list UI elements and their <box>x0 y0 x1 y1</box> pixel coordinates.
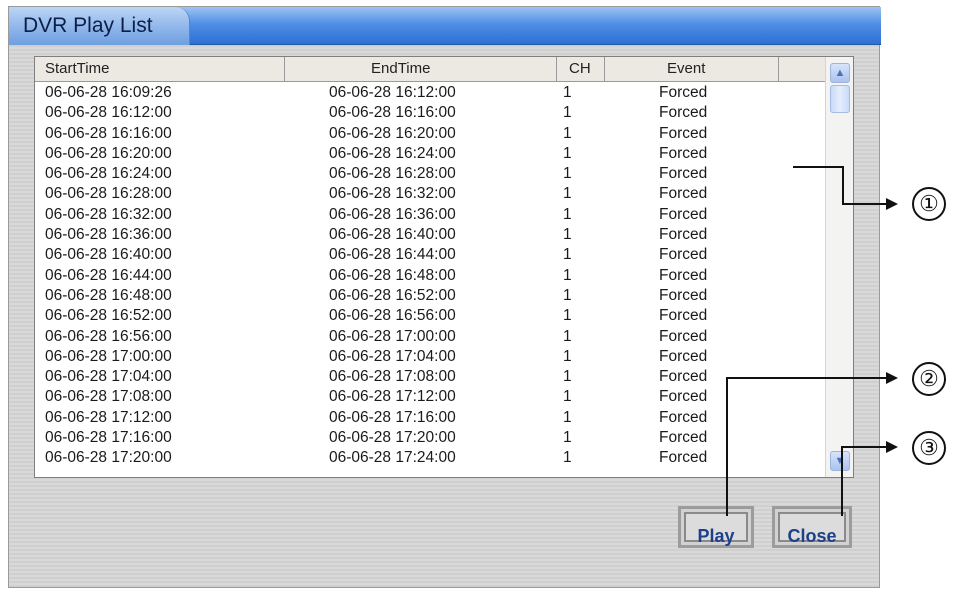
callout-line-1 <box>793 166 888 205</box>
arrowhead-2 <box>886 372 898 384</box>
arrowhead-1 <box>886 198 898 210</box>
callout-line-3 <box>841 446 888 516</box>
callout-marker-2: ② <box>912 362 946 396</box>
callout-marker-3: ③ <box>912 431 946 465</box>
callout-lines <box>726 166 898 516</box>
callout-marker-1: ① <box>912 187 946 221</box>
arrowhead-3 <box>886 441 898 453</box>
